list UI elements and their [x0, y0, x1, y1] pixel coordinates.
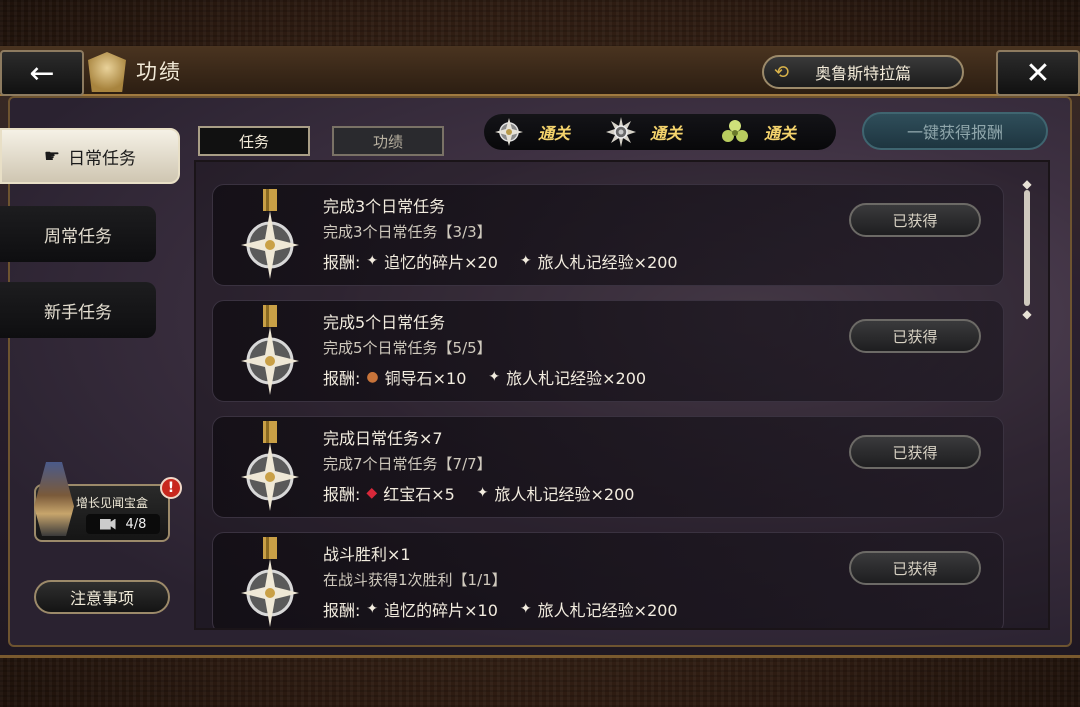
clear-label: 通关: [650, 124, 683, 143]
obtained-button[interactable]: 已获得: [849, 551, 981, 585]
list-item: 完成日常任务×7 完成7个日常任务【7/7】 报酬: ◆ 红宝石×5 ✦ 旅人札…: [212, 416, 1004, 518]
alert-badge: !: [160, 477, 182, 499]
scroll-up-icon: ◆: [1022, 177, 1032, 191]
arrow-left-icon: ←: [29, 55, 55, 91]
achievement-emblem-icon: [88, 52, 126, 92]
claim-all-button[interactable]: 一键获得报酬: [862, 112, 1048, 150]
clear-item-1: 通关: [494, 115, 570, 149]
list-item: 完成3个日常任务 完成3个日常任务【3/3】 报酬: ✦ 追忆的碎片×20 ✦ …: [212, 184, 1004, 286]
video-icon: [99, 518, 116, 530]
silver-star-medal-icon: [495, 118, 523, 146]
reward-text: 旅人札记经验×200: [537, 253, 678, 272]
reward-text: 红宝石×5: [383, 485, 455, 504]
switch-icon: ⟲: [774, 61, 790, 83]
task-medal-icon: [241, 421, 299, 511]
task-medal-icon: [241, 189, 299, 279]
star-shard-icon: ✦: [519, 253, 532, 269]
ruby-icon: ◆: [366, 485, 378, 501]
silver-sun-medal-icon: [606, 117, 636, 147]
reward-text: 旅人札记经验×200: [494, 485, 635, 504]
star-shard-icon: ✦: [366, 601, 379, 617]
sidebar-item-weekly[interactable]: 周常任务: [0, 206, 156, 262]
task-medal-icon: [241, 537, 299, 627]
scroll-thumb[interactable]: [1024, 190, 1030, 306]
star-shard-icon: ✦: [488, 369, 501, 385]
scroll-down-icon: ◆: [1022, 307, 1032, 321]
task-progress: 完成5个日常任务【5/5】: [323, 339, 492, 357]
sidebar-item-newbie[interactable]: 新手任务: [0, 282, 156, 338]
task-title: 战斗胜利×1: [323, 545, 411, 564]
close-icon: ✕: [1025, 55, 1051, 91]
star-shard-icon: ✦: [476, 485, 489, 501]
star-shard-icon: ✦: [366, 253, 379, 269]
tab-tasks[interactable]: 任务: [198, 126, 310, 156]
sidebar-item-label: 周常任务: [44, 226, 112, 247]
task-progress: 在战斗获得1次胜利【1/1】: [323, 571, 507, 589]
reward-text: 旅人札记经验×200: [537, 601, 678, 620]
scrollbar[interactable]: ◆ ◆: [1020, 178, 1034, 320]
clover-medal-icon: [722, 120, 748, 142]
copper-ore-icon: ●: [366, 369, 379, 385]
list-item: 战斗胜利×1 在战斗获得1次胜利【1/1】 报酬: ✦ 追忆的碎片×10 ✦ 旅…: [212, 532, 1004, 628]
task-title: 完成5个日常任务: [323, 313, 446, 332]
back-button[interactable]: ←: [0, 50, 84, 96]
reward-prefix: 报酬:: [323, 253, 361, 272]
sidebar-item-label: 日常任务: [68, 148, 137, 169]
obtained-button[interactable]: 已获得: [849, 435, 981, 469]
clear-label: 通关: [538, 124, 571, 143]
task-rewards: 报酬: ● 铜导石×10 ✦ 旅人札记经验×200: [323, 365, 646, 389]
treasure-progress-text: 4/8: [125, 516, 147, 532]
list-item: 完成5个日常任务 完成5个日常任务【5/5】 报酬: ● 铜导石×10 ✦ 旅人…: [212, 300, 1004, 402]
pointing-hand-icon: ☛: [43, 145, 61, 167]
task-medal-icon: [241, 305, 299, 395]
notice-button[interactable]: 注意事项: [34, 580, 170, 614]
obtained-button[interactable]: 已获得: [849, 203, 981, 237]
clear-item-3: 通关: [720, 115, 796, 149]
reward-text: 追忆的碎片×10: [384, 601, 498, 620]
clear-label: 通关: [764, 124, 797, 143]
task-title: 完成日常任务×7: [323, 429, 443, 448]
reward-prefix: 报酬:: [323, 601, 361, 620]
task-title: 完成3个日常任务: [323, 197, 446, 216]
tab-achievements[interactable]: 功绩: [332, 126, 444, 156]
close-button[interactable]: ✕: [996, 50, 1080, 96]
sidebar-item-label: 新手任务: [44, 302, 112, 323]
obtained-button[interactable]: 已获得: [849, 319, 981, 353]
task-rewards: 报酬: ◆ 红宝石×5 ✦ 旅人札记经验×200: [323, 481, 634, 505]
page-title: 功绩: [136, 60, 182, 84]
treasure-progress: 4/8: [86, 514, 160, 534]
clear-item-2: 通关: [606, 115, 682, 149]
task-progress: 完成3个日常任务【3/3】: [323, 223, 492, 241]
task-rewards: 报酬: ✦ 追忆的碎片×10 ✦ 旅人札记经验×200: [323, 597, 678, 621]
reward-text: 追忆的碎片×20: [384, 253, 498, 272]
task-list[interactable]: 完成3个日常任务 完成3个日常任务【3/3】 报酬: ✦ 追忆的碎片×20 ✦ …: [194, 160, 1050, 630]
treasure-box-label: 增长见闻宝盒: [76, 496, 149, 510]
chapter-label: 奥鲁斯特拉篇: [815, 64, 912, 83]
sidebar-item-daily[interactable]: ☛ 日常任务: [0, 128, 180, 184]
reward-prefix: 报酬:: [323, 369, 361, 388]
task-rewards: 报酬: ✦ 追忆的碎片×20 ✦ 旅人札记经验×200: [323, 249, 678, 273]
chapter-switch-button[interactable]: ⟲ 奥鲁斯特拉篇: [762, 55, 964, 89]
reward-prefix: 报酬:: [323, 485, 361, 504]
star-shard-icon: ✦: [519, 601, 532, 617]
reward-text: 铜导石×10: [384, 369, 467, 388]
task-progress: 完成7个日常任务【7/7】: [323, 455, 492, 473]
reward-text: 旅人札记经验×200: [506, 369, 647, 388]
